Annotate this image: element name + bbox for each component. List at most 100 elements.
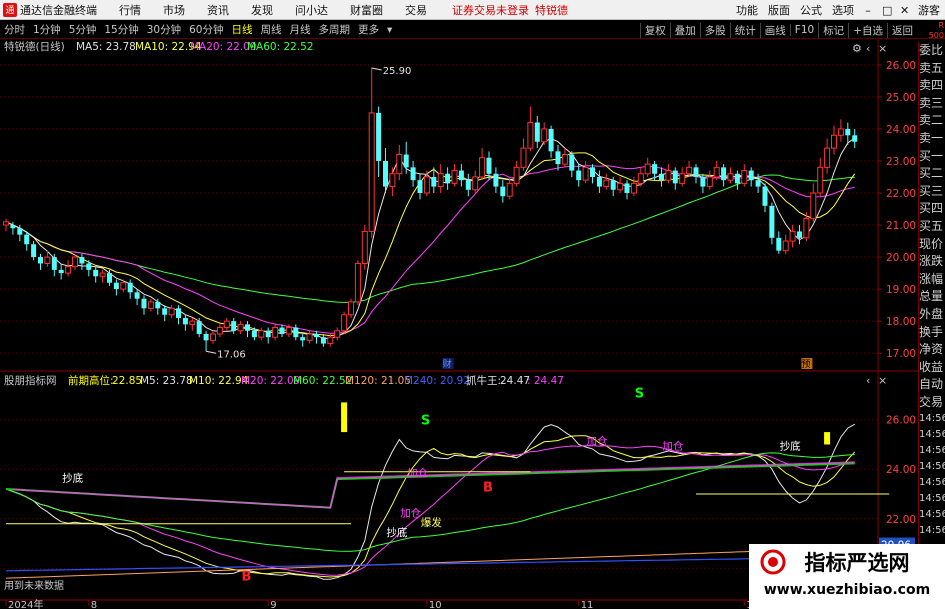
sidebar-item[interactable]: 卖五 xyxy=(919,60,945,78)
sidebar-time: 14:56 xyxy=(919,429,945,441)
sidebar-item[interactable]: 买四 xyxy=(919,200,945,218)
guest-label[interactable]: 游客 xyxy=(913,2,945,18)
menu-item-ask[interactable]: 问小达 xyxy=(284,2,339,18)
menu-item-trade[interactable]: 交易 xyxy=(394,2,438,18)
sidebar-item[interactable]: 买五 xyxy=(919,218,945,236)
candle-body xyxy=(72,256,78,268)
login-warning[interactable]: 证券交易未登录 xyxy=(452,2,529,18)
sidebar-item[interactable]: 现价 xyxy=(919,236,945,254)
btn-add-watchlist[interactable]: +自选 xyxy=(848,22,887,38)
tab-15min[interactable]: 15分钟 xyxy=(100,22,142,37)
menu-right: 功能 版面 公式 选项 – □ ✕ 游客 xyxy=(731,0,945,20)
sub-collapse-icon[interactable]: ‹ xyxy=(866,374,870,387)
sidebar-item[interactable]: 自动 xyxy=(919,376,945,394)
r-badge-letter: R xyxy=(938,21,944,30)
candle-body xyxy=(734,173,740,184)
settings-gear-icon[interactable]: ⚙ xyxy=(852,42,862,55)
finance-marker-label: 财 xyxy=(443,358,452,370)
tab-multi-period[interactable]: 多周期 xyxy=(315,22,355,37)
sidebar-item[interactable]: 买一 xyxy=(919,148,945,166)
collapse-icon[interactable]: ‹ xyxy=(866,42,870,55)
tab-weekly[interactable]: 周线 xyxy=(257,22,286,37)
candle-body xyxy=(361,230,368,264)
m120-line xyxy=(5,547,855,579)
signal-annotation: 加仓 xyxy=(400,506,421,519)
tab-monthly[interactable]: 月线 xyxy=(286,22,315,37)
signal-annotation: 加仓 xyxy=(587,434,608,447)
sidebar-item[interactable]: 买三 xyxy=(919,183,945,201)
candle-body xyxy=(265,330,271,338)
sidebar-item[interactable]: 净资 xyxy=(919,341,945,359)
candle-body xyxy=(755,180,761,187)
btn-stats[interactable]: 统计 xyxy=(729,22,760,38)
btn-adjust[interactable]: 复权 xyxy=(639,22,670,38)
candle-body xyxy=(120,282,127,290)
sidebar-item[interactable]: 总量 xyxy=(919,288,945,306)
btn-back[interactable]: 返回 xyxy=(887,22,917,38)
menu-bar: 通 通达信金融终端 行情 市场 资讯 发现 问小达 财富圈 交易 证券交易未登录… xyxy=(0,0,945,20)
candle-body xyxy=(603,179,610,188)
candle-body xyxy=(789,230,796,242)
candle-body xyxy=(113,282,119,290)
sidebar-item[interactable]: 卖二 xyxy=(919,112,945,130)
menu-function[interactable]: 功能 xyxy=(731,2,763,18)
sub-tick-label: 26.00 xyxy=(886,415,916,427)
btn-draw[interactable]: 画线 xyxy=(759,22,790,38)
signal-annotation: S xyxy=(421,414,430,429)
tab-60min[interactable]: 60分钟 xyxy=(185,22,227,37)
btn-overlay[interactable]: 叠加 xyxy=(669,22,700,38)
sub-close-icon[interactable]: × xyxy=(878,374,887,387)
maximize-icon[interactable]: □ xyxy=(877,4,895,17)
signal-annotation: 抄底 xyxy=(62,472,83,485)
candle-body xyxy=(147,301,154,309)
tab-daily[interactable]: 日线 xyxy=(228,22,257,37)
future-data-note: 用到未来数据 xyxy=(4,579,64,592)
candle-body xyxy=(354,262,361,303)
tab-1min[interactable]: 1分钟 xyxy=(29,22,65,37)
candle-body xyxy=(3,221,9,226)
tab-5min[interactable]: 5分钟 xyxy=(65,22,101,37)
sidebar-item[interactable]: 卖三 xyxy=(919,95,945,113)
candle-body xyxy=(513,166,520,184)
tab-30min[interactable]: 30分钟 xyxy=(143,22,185,37)
tab-more[interactable]: 更多 xyxy=(354,22,383,37)
candle-body xyxy=(610,180,616,190)
btn-f10[interactable]: F10 xyxy=(789,24,818,36)
app-logo-icon: 通 xyxy=(3,2,17,17)
menu-item-news[interactable]: 资讯 xyxy=(196,2,240,18)
menu-item-quotes[interactable]: 行情 xyxy=(108,2,152,18)
tab-timeshare[interactable]: 分时 xyxy=(0,22,29,37)
btn-mark[interactable]: 标记 xyxy=(818,22,848,38)
signal-annotation: S xyxy=(635,386,644,401)
more-dropdown-icon[interactable]: ▾ xyxy=(383,24,396,36)
sidebar-item[interactable]: 委比 xyxy=(919,42,945,60)
sidebar-item[interactable]: 买二 xyxy=(919,165,945,183)
sidebar-item[interactable]: 涨跌 xyxy=(919,253,945,271)
btn-multi-stock[interactable]: 多股 xyxy=(699,22,730,38)
minimize-icon[interactable]: – xyxy=(859,4,877,17)
candle-body xyxy=(576,170,582,181)
candle-body xyxy=(176,308,181,318)
candle-body xyxy=(223,320,230,329)
sidebar-item[interactable]: 交易 xyxy=(919,394,945,412)
kline-chart[interactable]: 26.00 25.00 24.00 23.00 22.00 21.00 20.00 19.00… xyxy=(0,40,918,609)
menu-item-discover[interactable]: 发现 xyxy=(240,2,284,18)
sub-legend-prev-high-label: 前期高位: xyxy=(68,374,114,387)
close-icon[interactable]: ✕ xyxy=(895,4,913,17)
menu-item-wealth[interactable]: 财富圈 xyxy=(339,2,394,18)
menu-layout[interactable]: 版面 xyxy=(763,2,795,18)
sidebar-item[interactable]: 换手 xyxy=(919,324,945,342)
candle-body xyxy=(10,225,16,229)
close-pane-icon[interactable]: × xyxy=(878,42,887,55)
candle-body xyxy=(141,298,147,309)
sidebar-item[interactable]: 收益 xyxy=(919,359,945,377)
sidebar-item[interactable]: 卖四 xyxy=(919,77,945,95)
price-tick-label: 23.00 xyxy=(886,156,916,168)
sidebar-item[interactable]: 卖一 xyxy=(919,130,945,148)
sidebar-item[interactable]: 涨幅 xyxy=(919,271,945,289)
sidebar-item[interactable]: 外盘 xyxy=(919,306,945,324)
menu-item-market[interactable]: 市场 xyxy=(152,2,196,18)
price-tick-label: 20.00 xyxy=(886,252,916,264)
menu-options[interactable]: 选项 xyxy=(827,2,859,18)
menu-formula[interactable]: 公式 xyxy=(795,2,827,18)
